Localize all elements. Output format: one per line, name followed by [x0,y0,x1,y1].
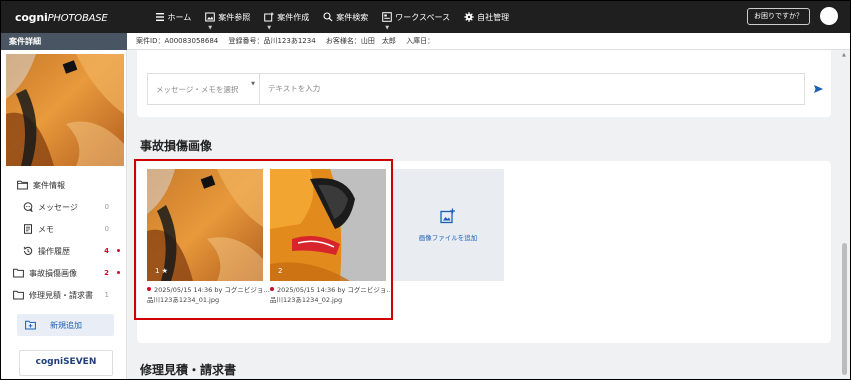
side-menu: 案件情報 メッセージ 0 メモ 0 操作履歴 4 事故損傷画像 2 修理見積・請… [1,174,127,306]
add-folder-icon [25,320,36,330]
image-number: 2 [278,267,283,275]
search-icon [323,12,333,22]
sidebar-item-case-info[interactable]: 案件情報 [1,174,127,196]
add-photo-icon [264,12,274,22]
image-date: 2025/05/15 14:36 by コグニビジョ… [277,286,393,294]
sidebar-item-messages[interactable]: メッセージ 0 [1,196,127,218]
damage-images-heading: 事故損傷画像 [140,139,213,153]
chevron-down-icon: ▼ [251,81,255,87]
workspace-icon [382,12,393,22]
sidebar-item-memo[interactable]: メモ 0 [1,218,127,240]
damage-images-card: 1 ★ 2025/05/15 14:36 by コグニビジョ… 品川123あ12… [137,161,831,343]
case-subheader: 案件詳細 案件ID：A00083058684 登録番号：品川123あ1234 お… [1,33,850,50]
nav-case-create-label: 案件作成 [277,12,310,22]
sidebar-item-label: 操作履歴 [38,246,70,256]
image-meta-2: 2025/05/15 14:36 by コグニビジョ… 品川123あ1234_0… [270,285,393,305]
gear-icon [464,12,474,22]
nav-case-view[interactable]: 案件参照 ▼ [198,1,257,33]
image-number: 1 ★ [155,267,168,275]
image-filename: 品川123あ1234_02.jpg [270,296,343,304]
folder-icon [13,290,24,300]
nav-company-admin[interactable]: 自社管理 [457,1,516,33]
app-logo[interactable]: cogniPHOTOBASE [15,11,108,24]
memo-icon [24,224,32,234]
add-photo-icon [440,208,455,224]
scrollbar[interactable]: ▲ [840,50,849,379]
customer-name: お客様名：山田 太郎 [325,37,396,45]
nav-case-view-label: 案件参照 [218,12,251,22]
sidebar-item-label: 修理見積・請求書 [29,290,93,300]
message-select-placeholder: メッセージ・メモを選択 [156,84,239,94]
add-new-button[interactable]: 新規追加 [17,314,114,336]
count-badge: 0 [104,203,109,211]
image-date: 2025/05/15 14:36 by コグニビジョ… [154,286,270,294]
menu-icon [155,13,164,21]
image-filename: 品川123あ1234_01.jpg [147,296,220,304]
sidebar-item-damage-images[interactable]: 事故損傷画像 2 [1,262,127,284]
folder-icon [13,268,24,278]
photo-icon [205,12,216,22]
scrollbar-thumb[interactable] [842,243,847,375]
chevron-down-icon: ▼ [267,25,272,31]
add-new-label: 新規追加 [50,320,82,330]
sidebar-title: 案件詳細 [1,33,127,50]
case-thumbnail[interactable] [6,54,124,166]
status-dot [270,287,274,291]
scroll-up-icon[interactable]: ▲ [842,52,846,58]
chat-icon [23,202,33,212]
damage-image-1[interactable]: 1 ★ [147,169,263,281]
nav-case-search-label: 案件検索 [336,12,369,22]
history-icon [23,246,33,255]
alert-dot [117,271,120,274]
help-button[interactable]: お困りですか？ [747,8,810,25]
alert-dot [117,249,120,252]
message-input-row: メッセージ・メモを選択 ▼ テキストを入力 [147,73,831,105]
chevron-down-icon: ▼ [208,25,213,31]
add-image-button[interactable]: 画像ファイルを追加 [392,169,504,281]
sidebar-item-label: メモ [38,224,54,234]
case-info: 案件ID：A00083058684 登録番号：品川123あ1234 お客様名：山… [136,33,442,50]
nav-home-label: ホーム [167,12,192,22]
main-content: メッセージ・メモを選択 ▼ テキストを入力 事故損傷画像 1 ★ 2025/05… [127,50,850,379]
sidebar-item-label: メッセージ [38,202,78,212]
message-card: メッセージ・メモを選択 ▼ テキストを入力 [137,50,831,117]
app-window: cogniPHOTOBASE ホーム 案件参照 ▼ 案件作成 ▼ 案件検索 ワー… [0,0,851,380]
nav-case-search[interactable]: 案件検索 [316,1,375,33]
nav-home[interactable]: ホーム [148,1,199,33]
send-icon [813,85,823,93]
add-image-label: 画像ファイルを追加 [418,234,478,242]
top-nav: cogniPHOTOBASE ホーム 案件参照 ▼ 案件作成 ▼ 案件検索 ワー… [1,1,850,33]
avatar[interactable] [820,7,838,25]
nav-case-create[interactable]: 案件作成 ▼ [257,1,316,33]
entry-date: 入庫日： [406,37,435,45]
folder-icon [17,180,28,190]
nav-workspace[interactable]: ワークスペース ▼ [375,1,457,33]
nav-workspace-label: ワークスペース [395,12,451,22]
sidebar-item-history[interactable]: 操作履歴 4 [1,240,127,262]
estimates-heading: 修理見積・請求書 [140,363,237,377]
cogniseven-logo[interactable]: cogniSEVEN [19,350,113,376]
count-badge: 1 [104,291,109,299]
message-text-input[interactable]: テキストを入力 [259,73,805,105]
count-badge: 4 [104,247,109,255]
nav-company-admin-label: 自社管理 [477,12,510,22]
sidebar-item-label: 案件情報 [33,180,65,190]
damage-photo-2 [270,169,386,281]
count-badge: 2 [104,269,109,277]
damage-photo-1 [147,169,263,281]
case-id: 案件ID：A00083058684 [136,37,219,45]
message-type-select[interactable]: メッセージ・メモを選択 ▼ [147,73,259,105]
send-button[interactable] [805,73,831,105]
sidebar: 案件情報 メッセージ 0 メモ 0 操作履歴 4 事故損傷画像 2 修理見積・請… [1,50,127,379]
image-meta-1: 2025/05/15 14:36 by コグニビジョ… 品川123あ1234_0… [147,285,270,305]
sidebar-item-label: 事故損傷画像 [29,268,77,278]
sidebar-item-estimates[interactable]: 修理見積・請求書 1 [1,284,127,306]
count-badge: 0 [104,225,109,233]
status-dot [147,287,151,291]
registration-number: 登録番号：品川123あ1234 [228,37,316,45]
chevron-down-icon: ▼ [385,25,390,31]
damage-image-2[interactable]: 2 [270,169,386,281]
